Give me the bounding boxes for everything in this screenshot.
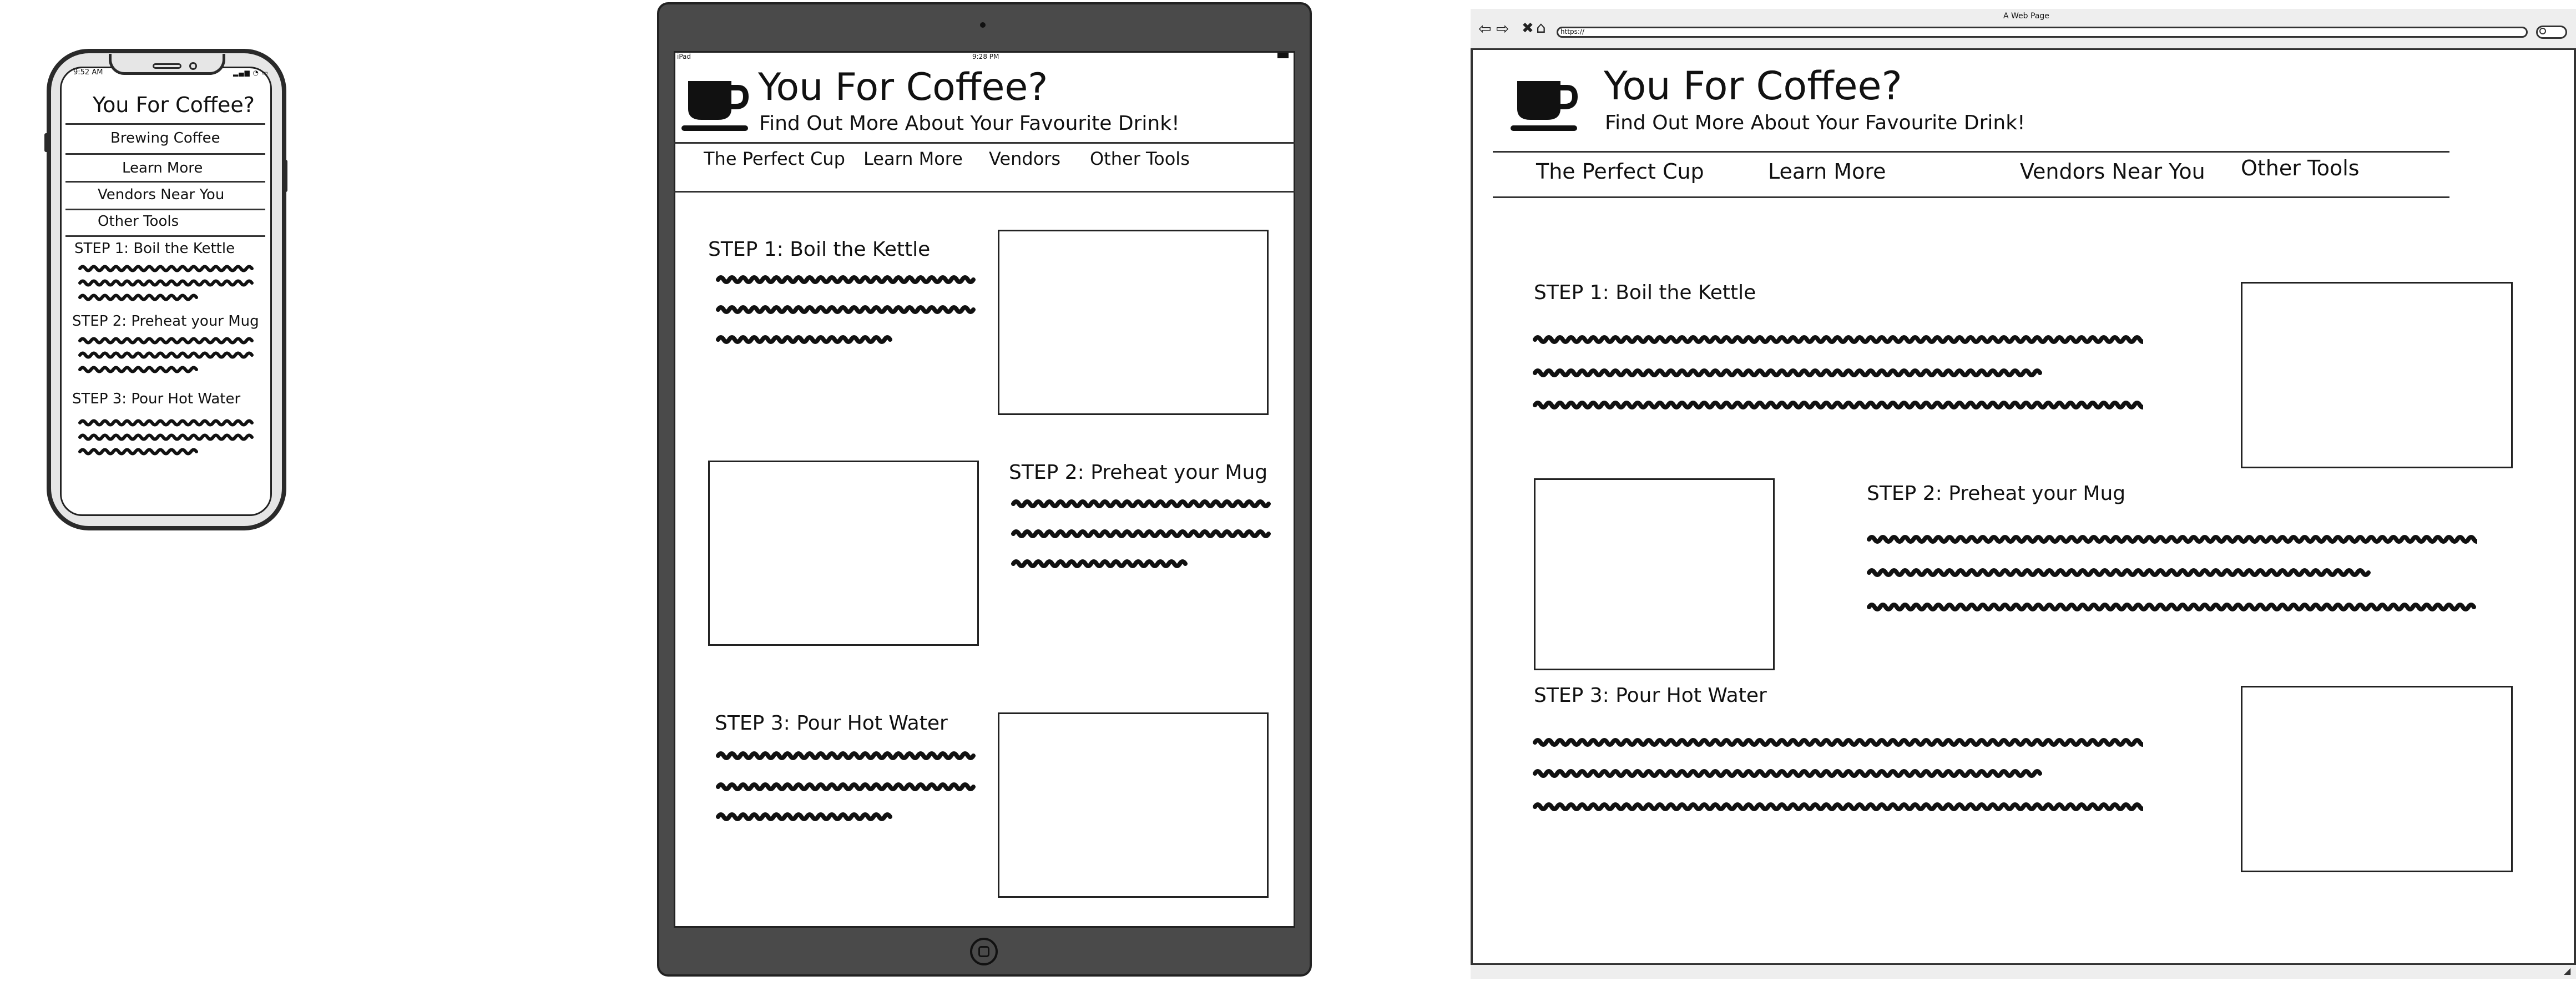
close-icon[interactable]: ✖: [1522, 21, 1534, 36]
phone-divider: [65, 235, 265, 237]
tablet-divider: [674, 142, 1295, 144]
browser-nav-vendors-near-you[interactable]: Vendors Near You: [2020, 161, 2205, 182]
tablet-step-2-text-line: [1011, 529, 1271, 538]
browser-site-tagline: Find Out More About Your Favourite Drink…: [1605, 112, 2026, 134]
browser-nav-other-tools[interactable]: Other Tools: [2241, 158, 2360, 179]
phone-site-title: You For Coffee?: [93, 93, 255, 117]
phone-divider: [65, 153, 265, 155]
phone-divider: [65, 181, 265, 183]
browser-step-3-text-line: [1533, 738, 2143, 747]
browser-step-2-image-placeholder: [1534, 478, 1775, 670]
tablet-step-3-image-placeholder: [998, 712, 1269, 898]
browser-step-3-text-line: [1533, 802, 2143, 811]
tablet-step-1-text-line: [716, 305, 976, 314]
browser-nav-the-perfect-cup[interactable]: The Perfect Cup: [1536, 161, 1704, 182]
browser-site-title: You For Coffee?: [1604, 63, 1902, 109]
tablet-step-1-image-placeholder: [998, 230, 1269, 415]
tablet-nav-the-perfect-cup[interactable]: The Perfect Cup: [704, 150, 845, 168]
home-button-icon: [978, 946, 989, 957]
tablet-nav-vendors[interactable]: Vendors: [989, 150, 1060, 168]
phone-signal-icon: ▂▄▆ ◔ ▭: [233, 69, 269, 77]
browser-nav-learn-more[interactable]: Learn More: [1768, 161, 1886, 182]
tablet-site-tagline: Find Out More About Your Favourite Drink…: [759, 112, 1180, 135]
phone-nav-vendors-near-you[interactable]: Vendors Near You: [98, 188, 224, 202]
phone-step-3-text-line: [78, 433, 254, 441]
phone-divider: [65, 123, 265, 125]
phone-step-3-text-line: [78, 419, 254, 427]
phone-step-1-title: STEP 1: Boil the Kettle: [74, 240, 235, 257]
coffee-cup-icon: [1511, 81, 1578, 131]
phone-camera: [189, 62, 197, 70]
phone-divider: [65, 209, 265, 210]
resize-grip-icon[interactable]: ◢: [2564, 967, 2570, 975]
browser-step-2-text-line: [1867, 603, 2476, 611]
browser-step-2-title: STEP 2: Preheat your Mug: [1867, 482, 2126, 505]
browser-step-3-text-line: [1533, 769, 2042, 778]
phone-status-time: 9:52 AM: [73, 68, 103, 77]
tablet-nav-learn-more[interactable]: Learn More: [863, 150, 963, 168]
phone-nav-other-tools[interactable]: Other Tools: [98, 214, 179, 229]
phone-step-2-title: STEP 2: Preheat your Mug: [72, 313, 259, 330]
tablet-nav-other-tools[interactable]: Other Tools: [1090, 150, 1190, 168]
phone-step-3-text-line: [78, 448, 198, 456]
tablet-step-1-text-line: [716, 335, 892, 344]
phone-step-2-text-line: [78, 337, 254, 345]
browser-url-field[interactable]: [1557, 27, 2528, 38]
phone-side-button: [283, 160, 287, 192]
tablet-step-1-text-line: [716, 275, 976, 284]
tablet-step-3-text-line: [716, 782, 976, 791]
battery-icon: [1277, 53, 1289, 58]
browser-step-3-image-placeholder: [2241, 686, 2513, 872]
browser-step-1-text-line: [1533, 368, 2042, 377]
tablet-step-2-image-placeholder: [708, 461, 979, 646]
tablet-step-3-text-line: [716, 751, 976, 760]
browser-status-bar: [1471, 963, 2576, 979]
search-icon: [2539, 28, 2546, 34]
coffee-cup-icon: [681, 81, 749, 131]
tablet-status-time: 9:28 PM: [972, 53, 999, 60]
browser-url-text: https://: [1560, 28, 1585, 36]
phone-step-1-text-line: [78, 279, 254, 287]
phone-volume-button: [44, 133, 49, 152]
phone-step-3-title: STEP 3: Pour Hot Water: [72, 391, 241, 407]
browser-step-1-text-line: [1533, 335, 2143, 344]
browser-nav-divider: [1493, 196, 2449, 198]
browser-window-title: A Web Page: [2003, 12, 2049, 21]
tablet-step-2-text-line: [1011, 559, 1188, 568]
tablet-step-1-title: STEP 1: Boil the Kettle: [708, 238, 931, 261]
tablet-status-carrier: iPad: [677, 53, 691, 60]
tablet-camera: [980, 22, 986, 28]
phone-step-2-text-line: [78, 366, 198, 373]
tablet-site-title: You For Coffee?: [758, 65, 1048, 109]
tablet-step-3-title: STEP 3: Pour Hot Water: [715, 712, 948, 735]
tablet-step-2-text-line: [1011, 499, 1271, 508]
arrow-left-icon[interactable]: ⇦: [1478, 21, 1491, 37]
phone-step-1-text-line: [78, 265, 254, 272]
phone-nav-brewing-coffee[interactable]: Brewing Coffee: [110, 131, 220, 145]
tablet-step-3-text-line: [716, 812, 892, 821]
browser-step-1-text-line: [1533, 401, 2143, 409]
phone-step-1-text-line: [78, 294, 198, 301]
tablet-divider: [674, 191, 1295, 193]
home-icon[interactable]: ⌂: [1536, 20, 1546, 36]
browser-step-2-text-line: [1867, 535, 2477, 544]
tablet-step-2-title: STEP 2: Preheat your Mug: [1009, 461, 1268, 484]
phone-speaker: [153, 63, 181, 69]
browser-nav-divider: [1493, 151, 2449, 153]
phone-nav-learn-more[interactable]: Learn More: [122, 161, 203, 175]
phone-step-2-text-line: [78, 351, 254, 359]
browser-step-3-title: STEP 3: Pour Hot Water: [1534, 684, 1767, 707]
arrow-right-icon[interactable]: ⇨: [1496, 21, 1509, 37]
browser-step-2-text-line: [1867, 568, 2371, 577]
browser-step-1-title: STEP 1: Boil the Kettle: [1534, 281, 1756, 304]
browser-step-1-image-placeholder: [2241, 282, 2513, 468]
